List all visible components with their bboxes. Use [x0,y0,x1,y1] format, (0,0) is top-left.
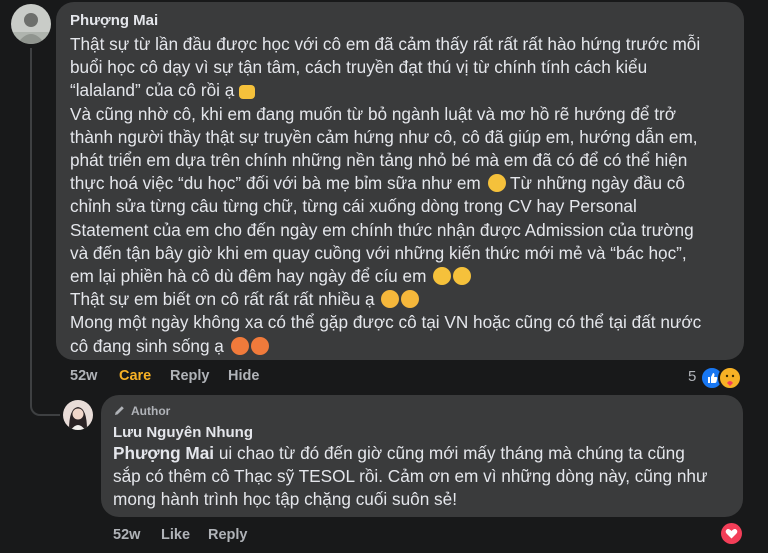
reaction-count: 5 [688,368,697,385]
love-reaction-icon[interactable] [721,523,742,544]
commenter-avatar[interactable] [11,4,51,44]
comment-line: chỉnh sửa từng câu từng chữ, từng cái xu… [70,196,637,217]
reply-button[interactable]: Reply [170,368,210,384]
pencil-icon [115,406,124,415]
reply-bubble: Author Lưu Nguyên Nhung Phượng Mai ui ch… [101,395,743,517]
reaction-summary[interactable]: 5 [688,366,744,390]
comment-line: phát triển em dựa trên chính những nền t… [70,150,688,171]
kissing-face-emoji-icon [401,290,420,309]
comment-line: em lại phiền hà cô dù đêm hay ngày để cí… [70,265,701,288]
comment-text: Thật sự từ lần đầu được học với cô em đã… [70,33,701,358]
comment-line: Mong một ngày không xa có thể gặp được c… [70,312,702,333]
like-button[interactable]: Like [161,527,190,543]
care-reaction-button[interactable]: Care [119,368,151,384]
comment-line: Thật sự từ lần đầu được học với cô em đã… [70,34,701,54]
author-avatar[interactable] [63,400,93,430]
comment-line-text: Từ những ngày đầu cô [509,173,685,194]
comment-line: Thật sự em biết ơn cô rất rất rất nhiều … [70,288,701,311]
reply-line-text: ui chao từ đó đến giờ cũng mới mấy tháng… [214,443,685,463]
comment-line-text: Thật sự em biết ơn cô rất rất rất nhiều … [70,289,375,310]
reply-thread-line [30,48,60,416]
reply-author[interactable]: Lưu Nguyên Nhung [113,424,253,441]
heart-hands-emoji-icon [239,85,256,100]
comment-line-text: “lalaland” của cô rồi ạ [70,80,235,101]
smiling-hearts-emoji-icon [250,336,269,355]
care-reaction-icon [718,366,742,390]
pleading-face-emoji-icon [453,267,472,286]
comment-line: thành người thầy thật sự truyền cảm hứng… [70,126,698,147]
comment-line: buổi học cô dạy vì sự tận tâm, cách truy… [70,57,648,78]
smiling-hearts-emoji-icon [230,336,249,355]
comment-line: Statement của em cho đến ngày em chính t… [70,219,694,240]
comment-timestamp[interactable]: 52w [70,368,97,384]
reply-button[interactable]: Reply [208,527,248,543]
pleading-face-emoji-icon [487,174,506,193]
kissing-face-emoji-icon [381,290,400,309]
reply-line: mong hành trình học tập chặng cuối suôn … [113,489,457,510]
comment-line-text: thực hoá việc “du học” đối với bà mẹ bỉm… [70,173,481,194]
reply-timestamp[interactable]: 52w [113,527,140,543]
comment-line: Và cũng nhờ cô, khi em đang muốn từ bỏ n… [70,103,677,124]
reply-line: sắp có thêm cô Thạc sỹ TESOL rồi. Cảm ơn… [113,466,708,487]
comment-line: cô đang sinh sống ạ [70,335,701,358]
hide-button[interactable]: Hide [228,368,259,384]
author-badge-label: Author [131,404,171,418]
mention-link[interactable]: Phượng Mai [113,443,214,463]
comment-line: thực hoá việc “du học” đối với bà mẹ bỉm… [70,172,701,195]
pleading-face-emoji-icon [433,267,452,286]
reply-line: Phượng Mai ui chao từ đó đến giờ cũng mớ… [113,442,707,465]
comment-line: “lalaland” của cô rồi ạ [70,79,701,102]
reply-text: Phượng Mai ui chao từ đó đến giờ cũng mớ… [113,442,707,512]
comment-line: và đến tận bây giờ khi em quay cuồng với… [70,242,687,263]
comment-line-text: cô đang sinh sống ạ [70,335,224,356]
comment-bubble: Phượng Mai Thật sự từ lần đầu được học v… [56,2,744,360]
comment-author[interactable]: Phượng Mai [70,12,158,29]
comment-line-text: em lại phiền hà cô dù đêm hay ngày để cí… [70,266,427,287]
